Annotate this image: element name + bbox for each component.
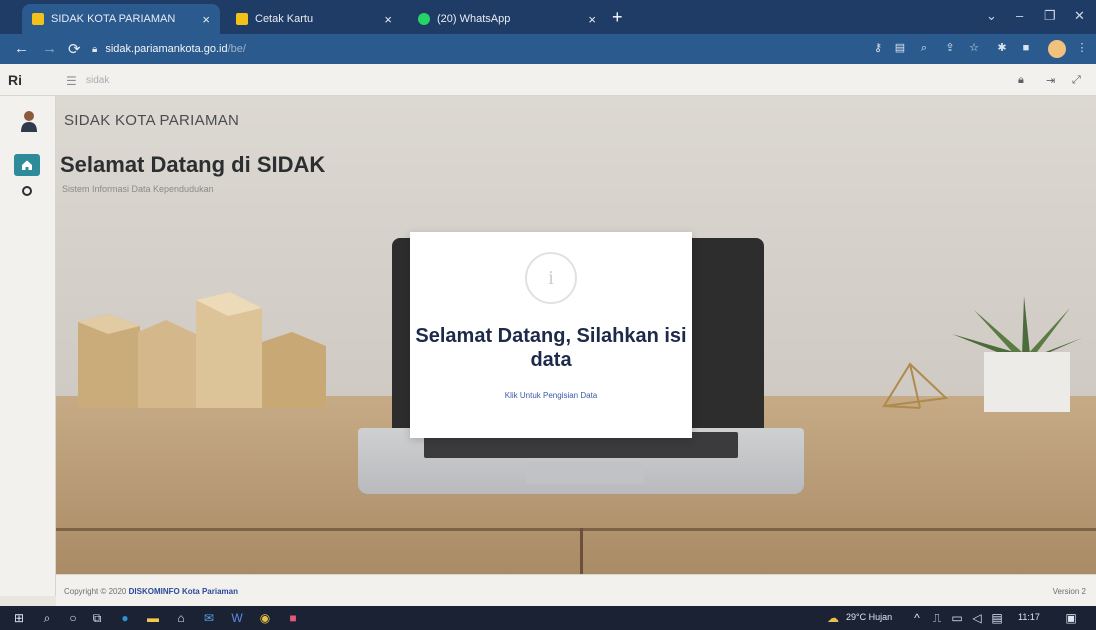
info-icon: i [525,252,577,304]
copyright: Copyright © 2020 DISKOMINFO Kota Pariama… [64,587,238,596]
menu-kebab-icon[interactable]: ⋮ [1076,42,1088,54]
cetak-favicon-icon [236,13,248,25]
plant-pot-decoration [984,352,1070,412]
mail-icon[interactable]: ✉ [202,611,216,625]
tab-title: SIDAK KOTA PARIAMAN [51,13,176,25]
tab-cetak-kartu[interactable]: Cetak Kartu × [226,4,402,34]
minimize-icon[interactable]: – [1016,8,1023,23]
modal-title: Selamat Datang, Silahkan isi data [415,325,687,371]
whatsapp-favicon-icon [418,13,430,25]
screen: SIDAK KOTA PARIAMAN × Cetak Kartu × (20)… [0,0,1096,630]
clock[interactable]: 11:17 [1018,612,1040,622]
address-bar[interactable]: 🔒︎ sidak.pariamankota.go.id /be/ [92,39,852,59]
os-taskbar: ⊞ ⌕ ○ ⧉ ● ▬ ⌂ ✉ W ◉ ■ ☁ 29°C Hujan ^ ⎍ ▭… [0,606,1096,630]
lock-screen-icon[interactable]: 🔒︎ [1018,74,1024,87]
chrome-icon[interactable]: ◉ [258,611,272,625]
word-icon[interactable]: W [230,611,244,625]
version-label: Version 2 [1052,587,1086,596]
fill-data-button[interactable]: Klik Untuk Pengisian Data [470,386,632,404]
user-avatar-icon[interactable] [20,110,38,132]
notifications-icon[interactable]: ▣ [1064,611,1078,625]
reload-icon[interactable]: ⟳ [68,40,81,58]
keyboard-icon[interactable]: ▤ [990,611,1004,625]
lock-icon: 🔒︎ [92,43,98,55]
tab-search-icon[interactable]: ⌄ [986,8,997,24]
extensions-icon[interactable]: ✱ [996,42,1008,54]
welcome-subtitle: Sistem Informasi Data Kependudukan [62,184,214,194]
store-icon[interactable]: ⌂ [174,611,188,625]
app-top-bar: Ri ☰ sidak 🔒︎ ⇥ ⤢ [0,64,1096,96]
desk-drawer-split [580,528,583,574]
welcome-modal: i Selamat Datang, Silahkan isi data Klik… [410,232,692,438]
tab-title: (20) WhatsApp [437,13,511,25]
sidebar-item-circle[interactable] [14,180,40,202]
circle-icon [22,186,32,196]
copyright-prefix: Copyright © 2020 [64,587,127,596]
browser-tab-bar: SIDAK KOTA PARIAMAN × Cetak Kartu × (20)… [0,0,1096,34]
sidebar [0,96,56,596]
task-view-icon[interactable]: ⧉ [90,611,104,625]
close-window-icon[interactable]: ✕ [1074,8,1085,24]
wooden-blocks-decoration [78,292,326,408]
breadcrumb[interactable]: sidak [86,75,109,86]
volume-icon[interactable]: ◁ [970,611,984,625]
new-tab-button[interactable]: + [612,7,623,28]
welcome-title: Selamat Datang di SIDAK [60,152,326,177]
laptop-trackpad-decoration [526,462,644,484]
copyright-organization[interactable]: DISKOMINFO Kota Pariaman [129,587,238,596]
key-icon[interactable]: ⚷ [872,42,884,54]
share-icon[interactable]: ⇪ [944,42,956,54]
edge-browser-icon[interactable]: ● [118,611,132,625]
bookmark-star-icon[interactable]: ☆ [968,42,980,54]
side-panel-icon[interactable]: ■ [1020,42,1032,54]
search-icon[interactable]: ⌕ [40,611,54,625]
restore-icon[interactable]: ❐ [1044,8,1056,24]
translate-icon[interactable]: ▤ [894,42,906,54]
home-icon [22,160,32,170]
weather-text[interactable]: 29°C Hujan [846,612,892,622]
windows-start-icon[interactable]: ⊞ [12,611,26,625]
weather-icon[interactable]: ☁ [826,611,840,625]
site-title: SIDAK KOTA PARIAMAN [64,112,240,129]
fullscreen-icon[interactable]: ⤢ [1072,74,1081,87]
app-icon[interactable]: ■ [286,611,300,625]
app-brand[interactable]: Ri [8,72,22,88]
tab-close-icon[interactable]: × [202,12,210,27]
desk-edge [56,528,1096,531]
tab-whatsapp[interactable]: (20) WhatsApp × [408,4,606,34]
url-host: sidak.pariamankota.go.id [105,43,228,55]
wire-ornament-decoration [882,362,949,409]
network-icon[interactable]: ⎍ [930,611,944,625]
cortana-icon[interactable]: ○ [66,611,80,625]
back-icon[interactable]: ← [14,40,29,57]
tab-sidak[interactable]: SIDAK KOTA PARIAMAN × [22,4,220,34]
file-explorer-icon[interactable]: ▬ [146,611,160,625]
url-path: /be/ [227,43,246,55]
tab-close-icon[interactable]: × [384,12,392,27]
sidebar-item-dashboard[interactable] [14,154,40,176]
logout-icon[interactable]: ⇥ [1046,74,1055,87]
tab-title: Cetak Kartu [255,13,314,25]
zoom-icon[interactable]: ⌕ [918,42,930,54]
hamburger-menu-icon[interactable]: ☰ [66,74,77,88]
battery-icon[interactable]: ▭ [950,611,964,625]
sidak-favicon-icon [32,13,44,25]
profile-avatar[interactable] [1048,40,1066,58]
tab-close-icon[interactable]: × [588,12,596,27]
browser-toolbar: ← → ⟳ 🔒︎ sidak.pariamankota.go.id /be/ ⚷… [0,34,1096,64]
forward-icon[interactable]: → [42,40,57,57]
footer: Copyright © 2020 DISKOMINFO Kota Pariama… [56,574,1096,606]
tray-chevron-icon[interactable]: ^ [910,611,924,625]
